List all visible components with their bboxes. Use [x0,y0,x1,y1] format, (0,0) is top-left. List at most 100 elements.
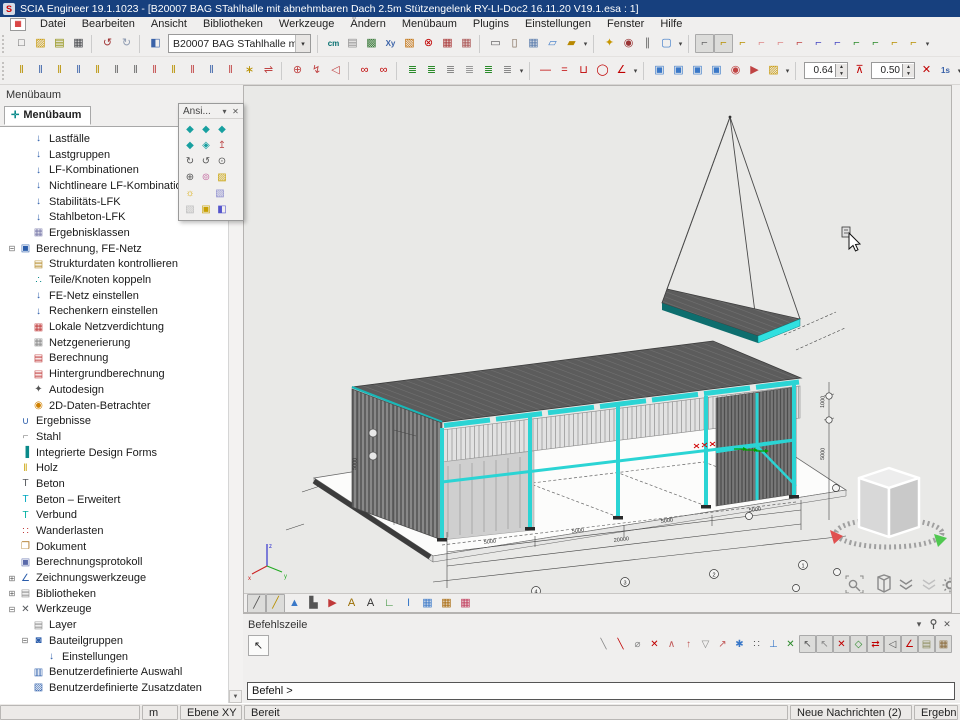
selection-cursor-button[interactable]: ↖ [248,635,269,656]
show-sections-button[interactable]: I [399,594,418,613]
view-flag-11-button[interactable]: ⌐ [885,34,904,53]
select-swap-button[interactable]: ⇄ [867,635,884,653]
menu-aendern[interactable]: Ändern [342,17,393,31]
line-button[interactable]: — [536,61,555,80]
tree-item-ergebnisse[interactable]: ∪ Ergebnisse [0,413,228,429]
command-input[interactable]: Befehl > [247,682,955,700]
units-button[interactable]: cm [324,34,343,53]
walk-mode-button[interactable]: ↥ [214,137,230,153]
copy-attrib-4-button[interactable]: ▣ [707,61,726,80]
extend-button[interactable]: ‖ [164,61,183,80]
command-close-icon[interactable]: ✕ [940,619,954,630]
special-select-button[interactable]: ✦ [600,34,619,53]
link-1-button[interactable]: ∞ [355,61,374,80]
status-messages-button[interactable]: Neue Nachrichten (2) [790,705,912,720]
tree-item-fe-netz-einstellen[interactable]: ↓ FE-Netz einstellen [0,288,228,304]
tree-item-bibliotheken[interactable]: ⊞ ▤ Bibliotheken [0,586,228,602]
reverse-button[interactable]: ‖ [107,61,126,80]
view-flag-9-button[interactable]: ⌐ [847,34,866,53]
view-cube-icon[interactable] [878,575,890,592]
tree-item-ergebnisklassen[interactable]: ▦ Ergebnisklassen [0,225,228,241]
tree-item-lokale-netzverdichtung[interactable]: ▦ Lokale Netzverdichtung [0,319,228,335]
deselect-button[interactable]: ✕ [833,635,850,653]
tree-item-dokument[interactable]: ❐ Dokument [0,539,228,555]
merge-node-button[interactable]: ‖ [50,61,69,80]
polyline-button[interactable]: ⊔ [574,61,593,80]
command-pin-icon[interactable] [926,619,940,631]
project-combo-arrow-icon[interactable]: ▾ [295,35,310,52]
fly-mode-button[interactable]: ▶ [745,61,764,80]
tree-item-berechnung[interactable]: ▤ Berechnung [0,351,228,367]
select-poly-button[interactable]: ◇ [850,635,867,653]
library-group-more[interactable]: ▾ [783,67,792,75]
view-scale-spinner-value[interactable]: 0.64 [805,65,835,76]
menu-plugins[interactable]: Plugins [465,17,517,31]
view-flag-4-button[interactable]: ⌐ [752,34,771,53]
open-library-button[interactable]: ▨ [764,61,783,80]
pile-4-button[interactable]: ≣ [460,61,479,80]
status-plane-cell[interactable]: Ebene XY [180,705,242,720]
scale-group-more[interactable]: ▾ [955,67,960,75]
tree-item-strukturdaten-kontrollieren[interactable]: ▤ Strukturdaten kontrollieren [0,257,228,273]
undo-button[interactable]: ↺ [98,34,117,53]
suspended-roof-panel[interactable] [662,116,800,343]
tree-item-berechnung-fe-netz[interactable]: ⊟ ▣ Berechnung, FE-Netz [0,241,228,257]
view-flag-10-button[interactable]: ⌐ [866,34,885,53]
snap-off-button[interactable]: ✕ [782,635,799,653]
tab-menuebaum[interactable]: ✛ Menübaum [4,106,91,125]
break-button[interactable]: ‖ [183,61,202,80]
tree-item-stahl[interactable]: ⌐ Stahl [0,429,228,445]
tree-item-holz[interactable]: ‖ Holz [0,460,228,476]
document-window-icon[interactable]: ▦ [10,18,26,31]
tree-item-teile-knoten-koppeln[interactable]: ∴ Teile/Knoten koppeln [0,272,228,288]
new-project-button[interactable]: □ [12,34,31,53]
snap-cursor-button[interactable]: ✱ [731,635,748,653]
snap-ortho-button[interactable]: ⊥ [765,635,782,653]
view-image-button[interactable]: ▧ [212,185,228,201]
tree-item-wanderlasten[interactable]: ∷ Wanderlasten [0,523,228,539]
tree-item-werkzeuge[interactable]: ⊟ ✕ Werkzeuge [0,602,228,618]
draw-group-more[interactable]: ▾ [631,67,640,75]
snap-intersection-button[interactable]: ✕ [646,635,663,653]
scale-1to1-button[interactable]: 1s [936,61,955,80]
render-image-button[interactable]: ▩ [362,34,381,53]
zoom-fit-icon[interactable] [846,576,863,593]
print-preview-button[interactable]: ▯ [505,34,524,53]
pile-3-button[interactable]: ≣ [441,61,460,80]
show-labels-button[interactable]: ▶ [323,594,342,613]
view-flag-more[interactable]: ▾ [923,40,932,48]
zoom-out-button[interactable]: ⊙ [214,153,230,169]
document-button[interactable]: ▱ [543,34,562,53]
save-button[interactable]: ▦ [69,34,88,53]
tree-item-einstellungen[interactable]: ↓ Einstellungen [0,649,228,665]
split-beam-button[interactable]: ‖ [69,61,88,80]
show-supports-button[interactable]: ▲ [285,594,304,613]
tree-item-rechenkern-einstellen[interactable]: ↓ Rechenkern einstellen [0,304,228,320]
tree-item-netzgenerierung[interactable]: ▦ Netzgenerierung [0,335,228,351]
menu-werkzeuge[interactable]: Werkzeuge [271,17,342,31]
pile-5-button[interactable]: ≣ [479,61,498,80]
view-params-button[interactable]: ▦ [456,594,475,613]
rotate-ccw-button[interactable]: ↺ [198,153,214,169]
filter-button[interactable]: ⊼ [850,61,869,80]
load-scale-spinner-value[interactable]: 0.50 [872,65,902,76]
clipboard-view-button[interactable]: ▣ [198,201,214,217]
tree-item-bauteilgruppen[interactable]: ⊟ ◙ Bauteilgruppen [0,633,228,649]
load-scale-spinner[interactable]: 0.50▲▼ [871,62,915,79]
menu-einstellungen[interactable]: Einstellungen [517,17,599,31]
pile-2-button[interactable]: ≣ [422,61,441,80]
activity-button[interactable]: Xy [381,34,400,53]
show-loads-button[interactable]: ▙ [304,594,323,613]
project-combo[interactable]: B20007 BAG STahlhalle m▾ [168,34,311,53]
calculation-button[interactable]: ▦ [438,34,457,53]
project-combo-value[interactable]: B20007 BAG STahlhalle m [169,38,295,50]
view-flag-3-button[interactable]: ⌐ [733,34,752,53]
tree-item-benutzerdefinierte-auswahl[interactable]: ▥ Benutzerdefinierte Auswahl [0,664,228,680]
select-by-property-button[interactable]: ▤ [918,635,935,653]
navigation-cube[interactable] [830,468,947,547]
tree-item-beton-erweitert[interactable]: T Beton – Erweitert [0,492,228,508]
show-node-labels-button[interactable]: A [342,594,361,613]
view-flag-5-button[interactable]: ⌐ [771,34,790,53]
align-button[interactable]: ‖ [126,61,145,80]
tree-item-beton[interactable]: T Beton [0,476,228,492]
